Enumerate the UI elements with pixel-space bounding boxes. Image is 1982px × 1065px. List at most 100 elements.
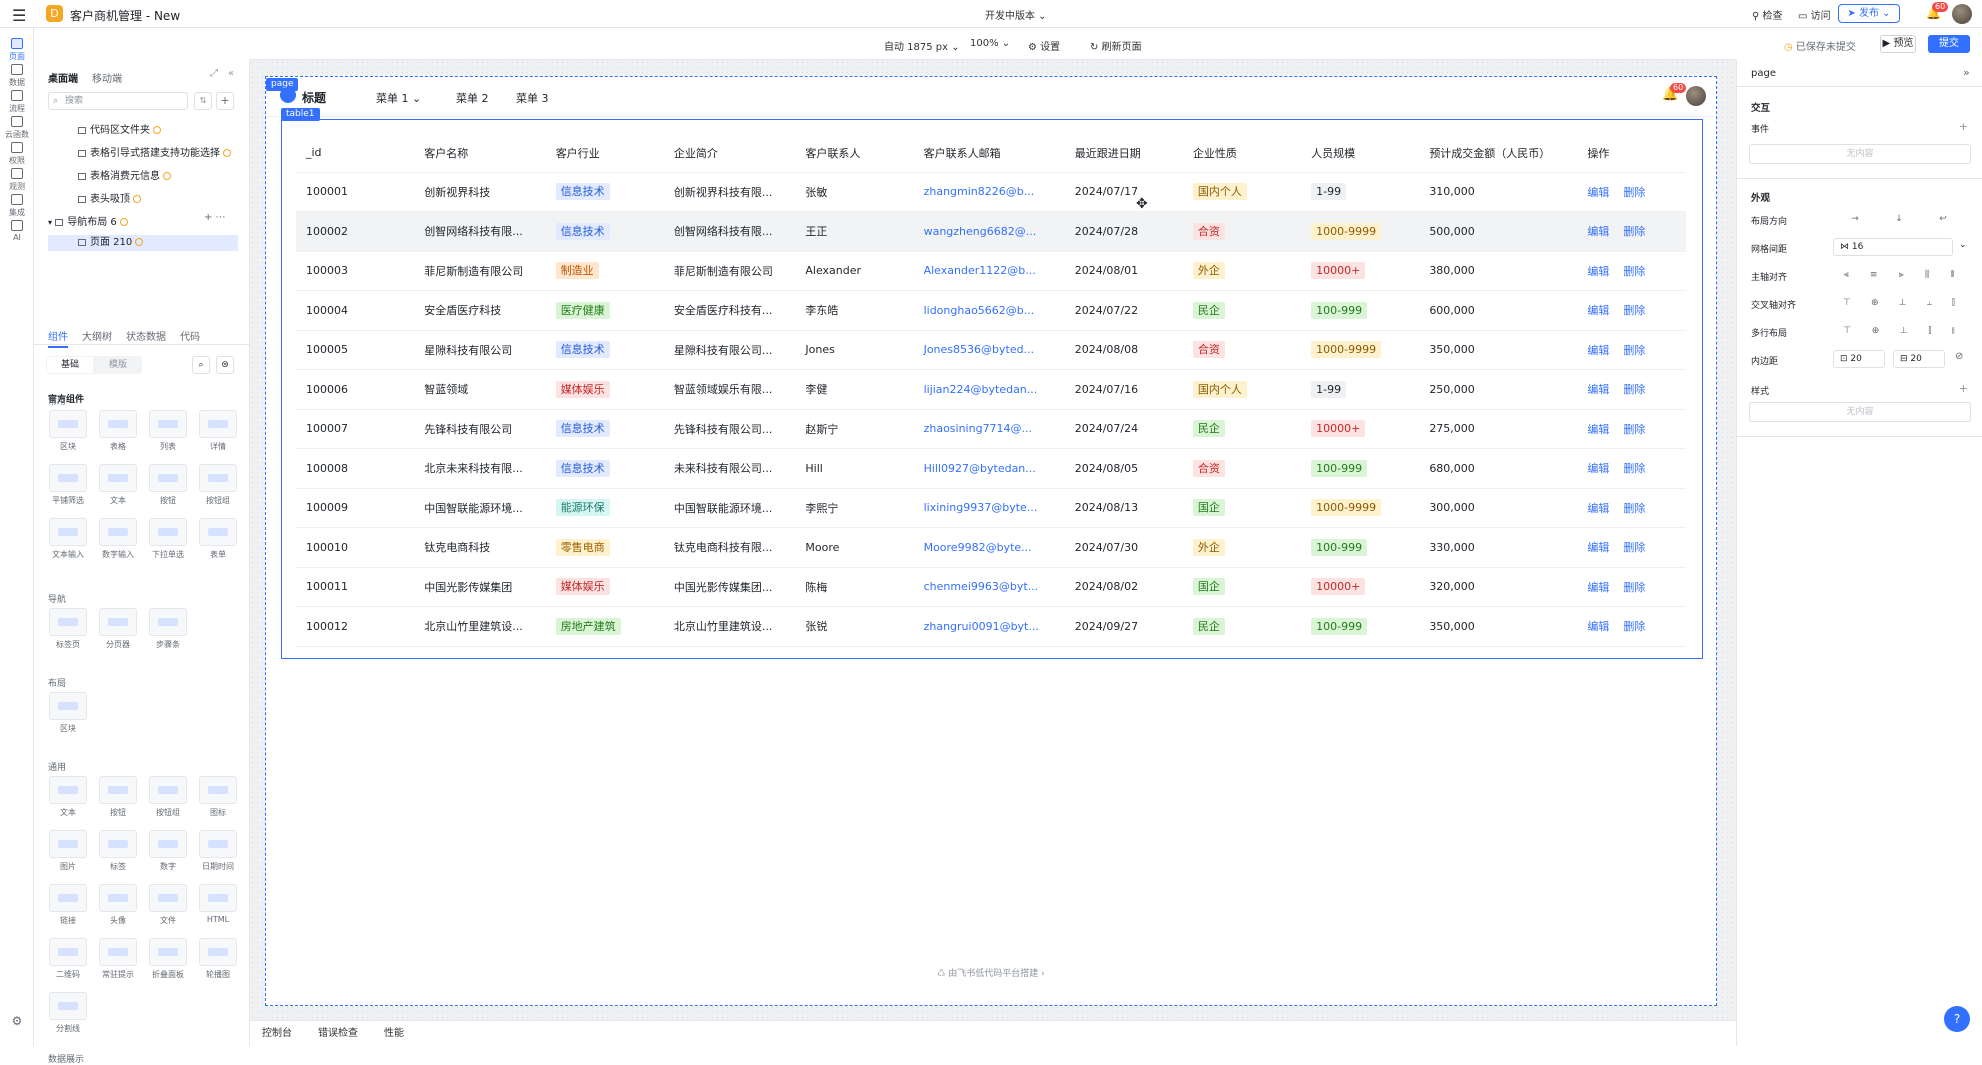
table-row[interactable]: 100010 钛克电商科技 零售电商 钛克电商科技有限... Moore Moore998… [296,527,1686,568]
email-link[interactable]: lixining9937@byte... [924,501,1038,514]
add-icon[interactable]: + ⋯ [204,212,226,223]
add-style-icon[interactable]: + [1959,382,1968,395]
component-item[interactable]: 日期时间 [196,830,240,872]
space-between-icon[interactable]: ⫼ [1925,270,1929,280]
delete-link[interactable]: 删除 [1623,502,1645,515]
component-item[interactable]: 图片 [46,830,90,872]
zoom-selector[interactable]: 100% ⌄ [970,38,1010,49]
wrap-between-icon[interactable]: ⫿ [1928,326,1931,336]
align-center-icon[interactable]: ≡ [1870,270,1878,280]
add-event-icon[interactable]: + [1959,120,1968,133]
align-top-icon[interactable]: ⊤ [1843,298,1851,308]
component-item[interactable]: 文本 [46,776,90,818]
edit-link[interactable]: 编辑 [1587,423,1609,436]
refresh-button[interactable]: ↻ 刷新页面 [1090,38,1142,53]
delete-link[interactable]: 删除 [1623,225,1645,238]
submit-button[interactable]: 提交 [1928,35,1970,53]
nav-menu-2[interactable]: 菜单 2 [456,90,489,106]
tree-folder[interactable]: ▾ 导航布局 6 [48,213,128,228]
table-row[interactable]: 100011 中国光影传媒集团 媒体娱乐 中国光影传媒集团... 陈梅 chenmei99… [296,567,1686,607]
console-tab[interactable]: 控制台 [262,1028,292,1039]
component-item[interactable]: 链接 [46,884,90,926]
delete-link[interactable]: 删除 [1623,462,1645,475]
padding-horizontal-input[interactable]: ⊟ 20 [1893,350,1945,368]
component-item[interactable]: 常驻提示 [96,938,140,980]
edit-link[interactable]: 编辑 [1587,383,1609,396]
component-item[interactable]: 图标 [196,776,240,818]
nav-menu-3[interactable]: 菜单 3 [516,90,549,106]
component-item[interactable]: 数字 [146,830,190,872]
column-header[interactable]: 客户联系人 [795,134,914,173]
grid-gap-input[interactable]: ⋈ 16 [1833,238,1953,256]
rail-data[interactable]: 数据 [0,64,34,88]
delete-link[interactable]: 删除 [1623,581,1645,594]
column-header[interactable]: 人员规模 [1301,134,1420,173]
page-frame[interactable]: page 标题 菜单 1 ⌄ 菜单 2 菜单 3 🔔 60 table1 _id… [265,76,1717,1006]
tab-components[interactable]: 组件 [48,332,68,348]
component-item[interactable]: 按钮组 [196,464,240,506]
delete-link[interactable]: 删除 [1623,541,1645,554]
email-link[interactable]: zhangmin8226@b... [924,185,1035,198]
column-header[interactable]: _id [296,134,415,173]
error-check-tab[interactable]: 错误检查 [318,1028,358,1039]
edit-link[interactable]: 编辑 [1587,225,1609,238]
link-icon[interactable]: ⊘ [1955,351,1963,362]
wrap-center-icon[interactable]: ⊕ [1872,326,1880,336]
branch-selector[interactable]: 开发中版本 ⌄ [985,7,1047,22]
tree-item-selected[interactable]: 页面 210 [48,235,238,251]
stretch-icon[interactable]: ⫿ [1952,298,1955,308]
expand-icon[interactable]: ⤢ [210,68,218,79]
edit-link[interactable]: 编辑 [1587,186,1609,199]
rail-flow[interactable]: 流程 [0,90,34,114]
inspect-button[interactable]: ⚲ 检查 [1752,7,1783,22]
wrap-bottom-icon[interactable]: ⊥ [1900,326,1908,336]
email-link[interactable]: Moore9982@byte... [924,541,1032,554]
component-item[interactable]: 表格 [96,410,140,452]
email-link[interactable]: Alexander1122@b... [924,264,1036,277]
email-link[interactable]: wangzheng6682@... [924,225,1037,238]
filter-icon[interactable]: ⊜ [216,356,234,374]
tree-item[interactable]: 表头吸顶 [78,190,141,205]
delete-link[interactable]: 删除 [1623,304,1645,317]
edit-link[interactable]: 编辑 [1587,304,1609,317]
column-header[interactable]: 客户联系人邮箱 [913,134,1065,173]
wrap-icon[interactable]: ↩ [1939,214,1947,224]
tree-item[interactable]: 表格消费元信息 [78,167,171,182]
component-item[interactable]: 按钮 [96,776,140,818]
wrap-top-icon[interactable]: ⊤ [1843,326,1851,336]
email-link[interactable]: Hill0927@bytedan... [924,462,1036,475]
column-header[interactable]: 预计成交金额（人民币） [1419,134,1578,173]
rail-permission[interactable]: 权限 [0,142,34,166]
preview-button[interactable]: ▶ 预览 [1880,35,1916,53]
email-link[interactable]: chenmei9963@byt... [924,580,1039,593]
rail-ai[interactable]: AI [0,220,34,242]
chevron-down-icon[interactable]: ⌄ [1959,240,1967,250]
email-link[interactable]: zhangrui0091@byt... [924,620,1039,633]
help-button[interactable]: ? [1944,1006,1970,1032]
email-link[interactable]: lijian224@bytedan... [924,383,1038,396]
column-header[interactable]: 操作 [1577,134,1686,173]
rail-integration[interactable]: 集成 [0,194,34,218]
table-row[interactable]: 100005 星隙科技有限公司 信息技术 星隙科技有限公司... Jones Jones8… [296,330,1686,370]
component-item[interactable]: 详情 [196,410,240,452]
visit-button[interactable]: ▭ 访问 [1798,7,1831,22]
component-item[interactable]: 按钮 [146,464,190,506]
arrow-down-icon[interactable]: ↓ [1895,214,1903,224]
edit-link[interactable]: 编辑 [1587,620,1609,633]
menu-icon[interactable]: ☰ [12,6,26,25]
component-item[interactable]: 下拉单选 [146,518,190,560]
width-selector[interactable]: 自动 1875 px ⌄ [884,38,960,53]
component-item[interactable]: 分页器 [96,608,140,650]
table-row[interactable]: 100009 中国智联能源环境... 能源环保 中国智联能源环境... 李熙宁 lixin… [296,488,1686,528]
wrap-around-icon[interactable]: ⫾ [1952,326,1955,336]
style-empty[interactable]: 无内容 [1749,402,1971,422]
app-title[interactable]: 客户商机管理 - New [70,7,180,24]
component-item[interactable]: 平铺筛选 [46,464,90,506]
table-row[interactable]: 100008 北京未来科技有限... 信息技术 未来科技有限公司... Hill Hill… [296,448,1686,489]
table-row[interactable]: 100004 安全盾医疗科技 医疗健康 安全盾医疗科技有... 李东皓 lidonghao… [296,290,1686,331]
table-row[interactable]: 100012 北京山竹里建筑设... 房地产建筑 北京山竹里建筑设... 张锐 zhang… [296,606,1686,647]
event-empty[interactable]: 无内容 [1749,144,1971,164]
delete-link[interactable]: 删除 [1623,265,1645,278]
table-row[interactable]: 100006 智蓝领域 媒体娱乐 智蓝领域娱乐有限... 李健 lijian224@byt… [296,369,1686,410]
component-item[interactable]: 二维码 [46,938,90,980]
